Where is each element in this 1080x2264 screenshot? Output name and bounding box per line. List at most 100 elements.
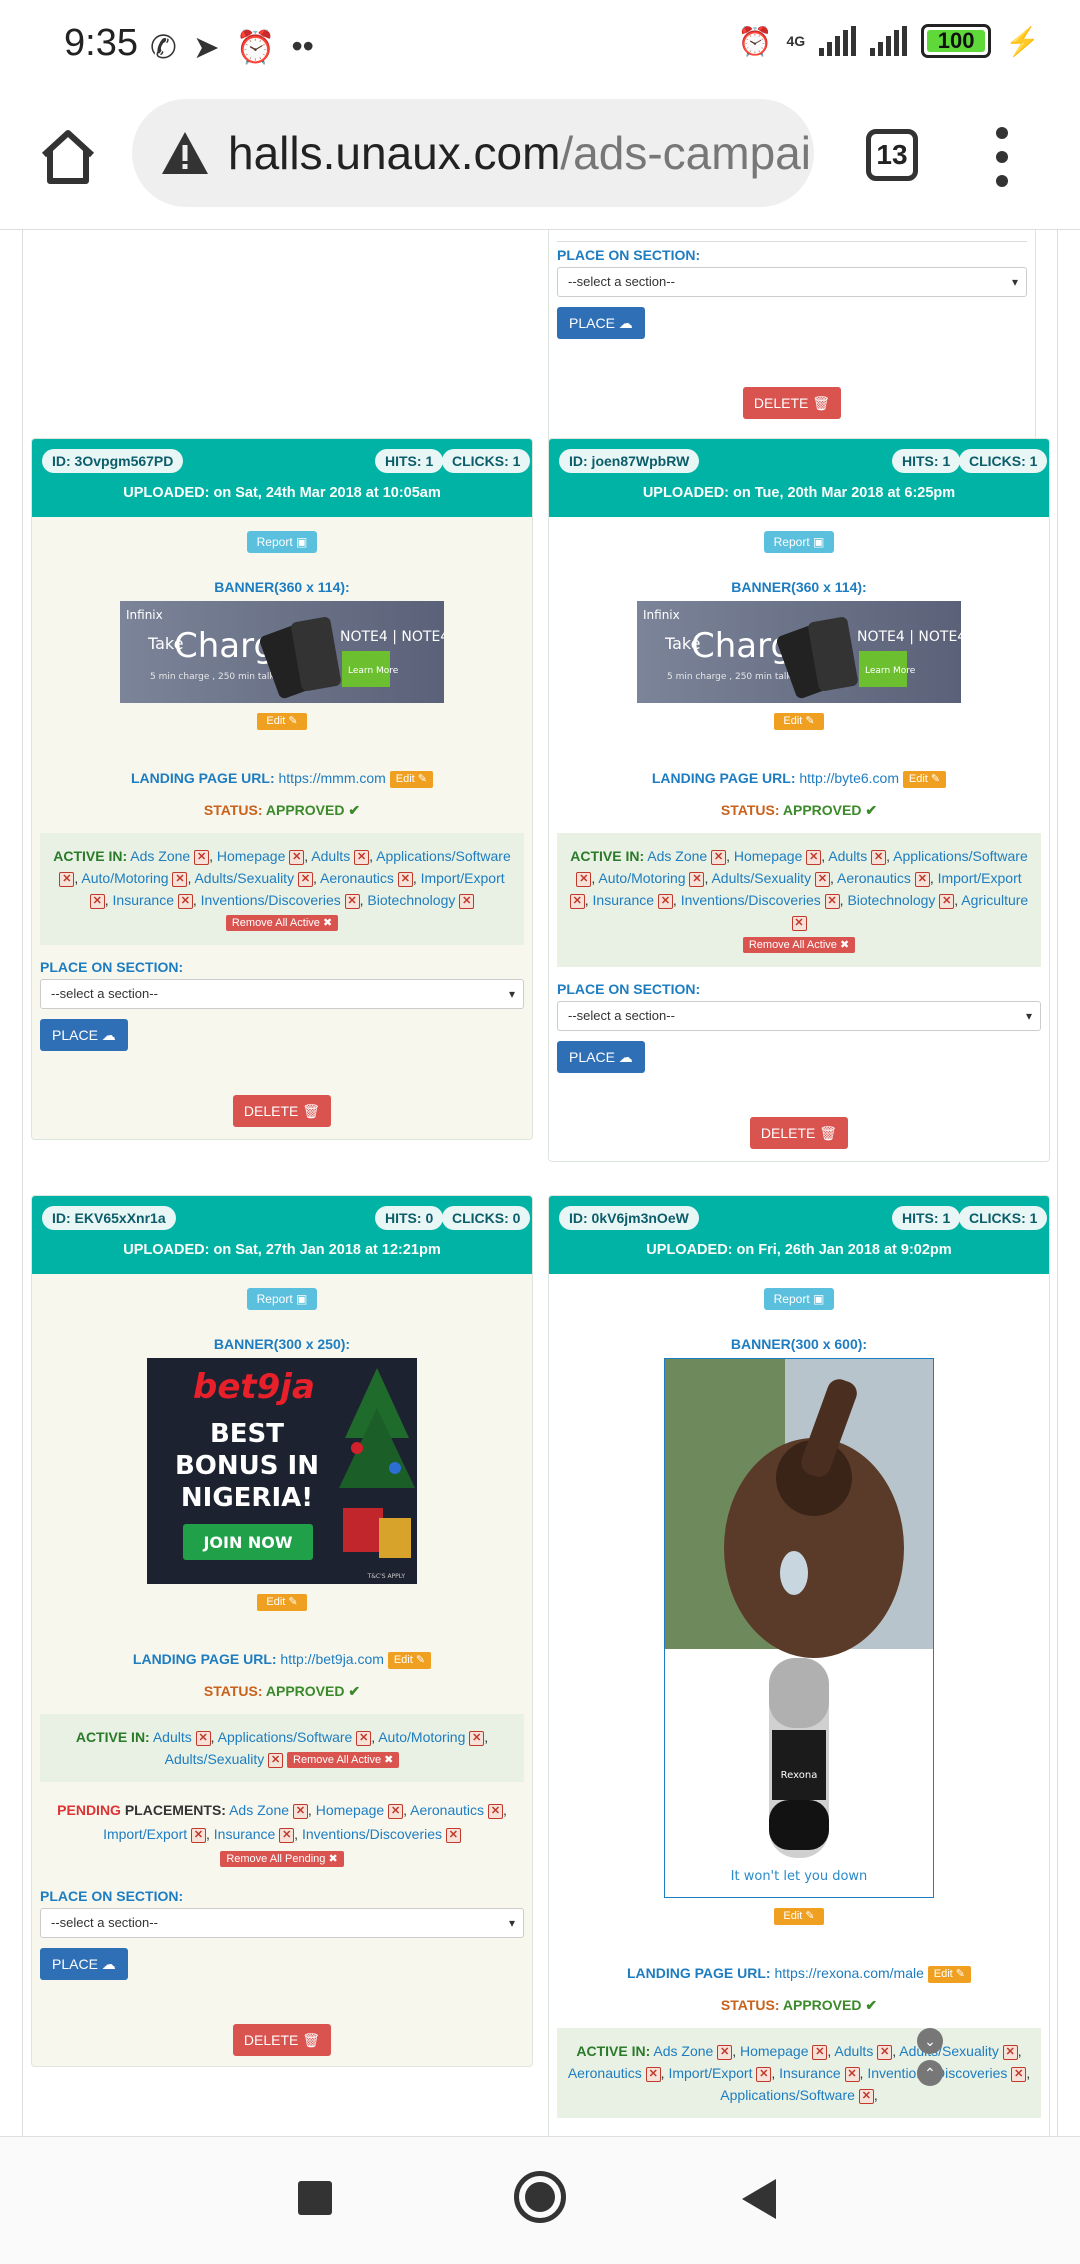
placement-link[interactable]: Aeronautics — [568, 2065, 642, 2081]
remove-placement-icon[interactable]: ✕ — [354, 849, 370, 865]
report-button[interactable]: Report ▣ — [764, 531, 834, 553]
placement-link[interactable]: Adults — [828, 848, 867, 864]
remove-all-pending-button[interactable]: Remove All Pending ✖ — [220, 1851, 344, 1868]
home-icon[interactable] — [36, 125, 100, 189]
home-nav-icon[interactable] — [514, 2171, 566, 2223]
placement-link[interactable]: Agriculture — [961, 892, 1028, 908]
place-button[interactable]: PLACE ☁ — [557, 307, 645, 339]
remove-placement-icon[interactable]: ✕ — [397, 871, 413, 887]
remove-placement-icon[interactable]: ✕ — [858, 2088, 874, 2104]
placement-link[interactable]: Insurance — [113, 892, 174, 908]
landing-link[interactable]: http://byte6.com — [799, 770, 899, 786]
placement-link[interactable]: Inventions/Discoveries — [681, 892, 821, 908]
remove-placement-icon[interactable]: ✕ — [756, 2066, 772, 2082]
remove-placement-icon[interactable]: ✕ — [1011, 2066, 1027, 2082]
report-button[interactable]: Report ▣ — [247, 531, 317, 553]
placement-link[interactable]: Applications/Software — [376, 848, 511, 864]
section-select[interactable]: --select a section-- — [557, 1000, 1041, 1031]
landing-link[interactable]: https://rexona.com/male — [774, 1965, 923, 1981]
placement-link[interactable]: Import/Export — [938, 870, 1022, 886]
placement-link[interactable]: Adults/Sexuality — [711, 870, 811, 886]
infinix-banner-image[interactable]: Infinix Take Charge 5 min charge , 250 m… — [637, 601, 961, 703]
placement-link[interactable]: Adults/Sexuality — [165, 1751, 265, 1767]
placement-link[interactable]: Insurance — [779, 2065, 840, 2081]
placement-link[interactable]: Applications/Software — [893, 848, 1028, 864]
remove-placement-icon[interactable]: ✕ — [576, 871, 592, 887]
remove-placement-icon[interactable]: ✕ — [292, 1803, 308, 1819]
placement-link[interactable]: Ads Zone — [130, 848, 190, 864]
remove-placement-icon[interactable]: ✕ — [177, 893, 193, 909]
section-select[interactable]: --select a section-- — [557, 267, 1027, 297]
scroll-up-icon[interactable]: ⌃ — [917, 2060, 943, 2086]
placement-link[interactable]: Inventions/Discoveries — [302, 1826, 442, 1842]
edit-url-button[interactable]: Edit ✎ — [927, 1965, 972, 1983]
edit-banner-button[interactable]: Edit ✎ — [774, 713, 824, 730]
placement-link[interactable]: Homepage — [316, 1802, 385, 1818]
placement-link[interactable]: Homepage — [734, 848, 803, 864]
remove-placement-icon[interactable]: ✕ — [172, 871, 188, 887]
report-button[interactable]: Report ▣ — [764, 1288, 834, 1310]
section-select[interactable]: --select a section-- — [40, 978, 524, 1009]
remove-all-active-button[interactable]: Remove All Active ✖ — [742, 937, 856, 954]
remove-placement-icon[interactable]: ✕ — [289, 849, 305, 865]
placement-link[interactable]: Applications/Software — [218, 1729, 353, 1745]
remove-placement-icon[interactable]: ✕ — [469, 1730, 485, 1746]
placement-link[interactable]: Adults — [834, 2043, 873, 2059]
remove-placement-icon[interactable]: ✕ — [689, 871, 705, 887]
remove-placement-icon[interactable]: ✕ — [877, 2044, 893, 2060]
remove-placement-icon[interactable]: ✕ — [645, 2066, 661, 2082]
placement-link[interactable]: Import/Export — [421, 870, 505, 886]
remove-placement-icon[interactable]: ✕ — [657, 893, 673, 909]
remove-placement-icon[interactable]: ✕ — [711, 849, 727, 865]
placement-link[interactable]: Auto/Motoring — [378, 1729, 465, 1745]
edit-banner-button[interactable]: Edit ✎ — [774, 1908, 824, 1925]
placement-link[interactable]: Aeronautics — [837, 870, 911, 886]
placement-link[interactable]: Aeronautics — [410, 1802, 484, 1818]
remove-placement-icon[interactable]: ✕ — [297, 871, 313, 887]
remove-placement-icon[interactable]: ✕ — [89, 893, 105, 909]
remove-placement-icon[interactable]: ✕ — [806, 849, 822, 865]
remove-placement-icon[interactable]: ✕ — [844, 2066, 860, 2082]
placement-link[interactable]: Aeronautics — [320, 870, 394, 886]
delete-button[interactable]: DELETE 🗑 — [743, 387, 841, 419]
remove-placement-icon[interactable]: ✕ — [914, 871, 930, 887]
report-button[interactable]: Report ▣ — [247, 1288, 317, 1310]
remove-placement-icon[interactable]: ✕ — [388, 1803, 404, 1819]
infinix-banner-image[interactable]: Infinix Take Charge 5 min charge , 250 m… — [120, 601, 444, 703]
remove-placement-icon[interactable]: ✕ — [871, 849, 887, 865]
remove-placement-icon[interactable]: ✕ — [791, 915, 807, 931]
remove-placement-icon[interactable]: ✕ — [191, 1827, 207, 1843]
landing-link[interactable]: http://bet9ja.com — [280, 1651, 384, 1667]
remove-placement-icon[interactable]: ✕ — [445, 1827, 461, 1843]
delete-button[interactable]: DELETE 🗑 — [750, 1116, 848, 1149]
remove-placement-icon[interactable]: ✕ — [569, 893, 585, 909]
delete-button[interactable]: DELETE 🗑 — [233, 1094, 331, 1127]
remove-placement-icon[interactable]: ✕ — [717, 2044, 733, 2060]
remove-placement-icon[interactable]: ✕ — [487, 1803, 503, 1819]
scroll-down-icon[interactable]: ⌄ — [917, 2028, 943, 2054]
rexona-banner-image[interactable]: Rexona It won't let you down — [664, 1358, 934, 1898]
placement-link[interactable]: Insurance — [593, 892, 654, 908]
remove-placement-icon[interactable]: ✕ — [279, 1827, 295, 1843]
browser-menu-icon[interactable] — [992, 127, 1012, 187]
edit-url-button[interactable]: Edit ✎ — [387, 1651, 432, 1669]
placement-link[interactable]: Homepage — [740, 2043, 809, 2059]
placement-link[interactable]: Biotechnology — [367, 892, 455, 908]
placement-link[interactable]: Auto/Motoring — [598, 870, 685, 886]
tab-switcher-button[interactable]: 13 — [866, 129, 918, 181]
remove-placement-icon[interactable]: ✕ — [814, 871, 830, 887]
remove-placement-icon[interactable]: ✕ — [824, 893, 840, 909]
placement-link[interactable]: Ads Zone — [647, 848, 707, 864]
placement-link[interactable]: Adults/Sexuality — [899, 2043, 999, 2059]
remove-placement-icon[interactable]: ✕ — [268, 1752, 284, 1768]
section-select[interactable]: --select a section-- — [40, 1907, 524, 1938]
remove-placement-icon[interactable]: ✕ — [812, 2044, 828, 2060]
landing-link[interactable]: https://mmm.com — [279, 770, 386, 786]
placement-link[interactable]: Ads Zone — [229, 1802, 289, 1818]
remove-all-active-button[interactable]: Remove All Active ✖ — [287, 1752, 400, 1769]
recent-apps-icon[interactable] — [298, 2181, 332, 2215]
placement-link[interactable]: Import/Export — [103, 1826, 187, 1842]
placement-link[interactable]: Insurance — [214, 1826, 275, 1842]
placement-link[interactable]: Applications/Software — [720, 2087, 855, 2103]
placement-link[interactable]: Adults/Sexuality — [194, 870, 294, 886]
